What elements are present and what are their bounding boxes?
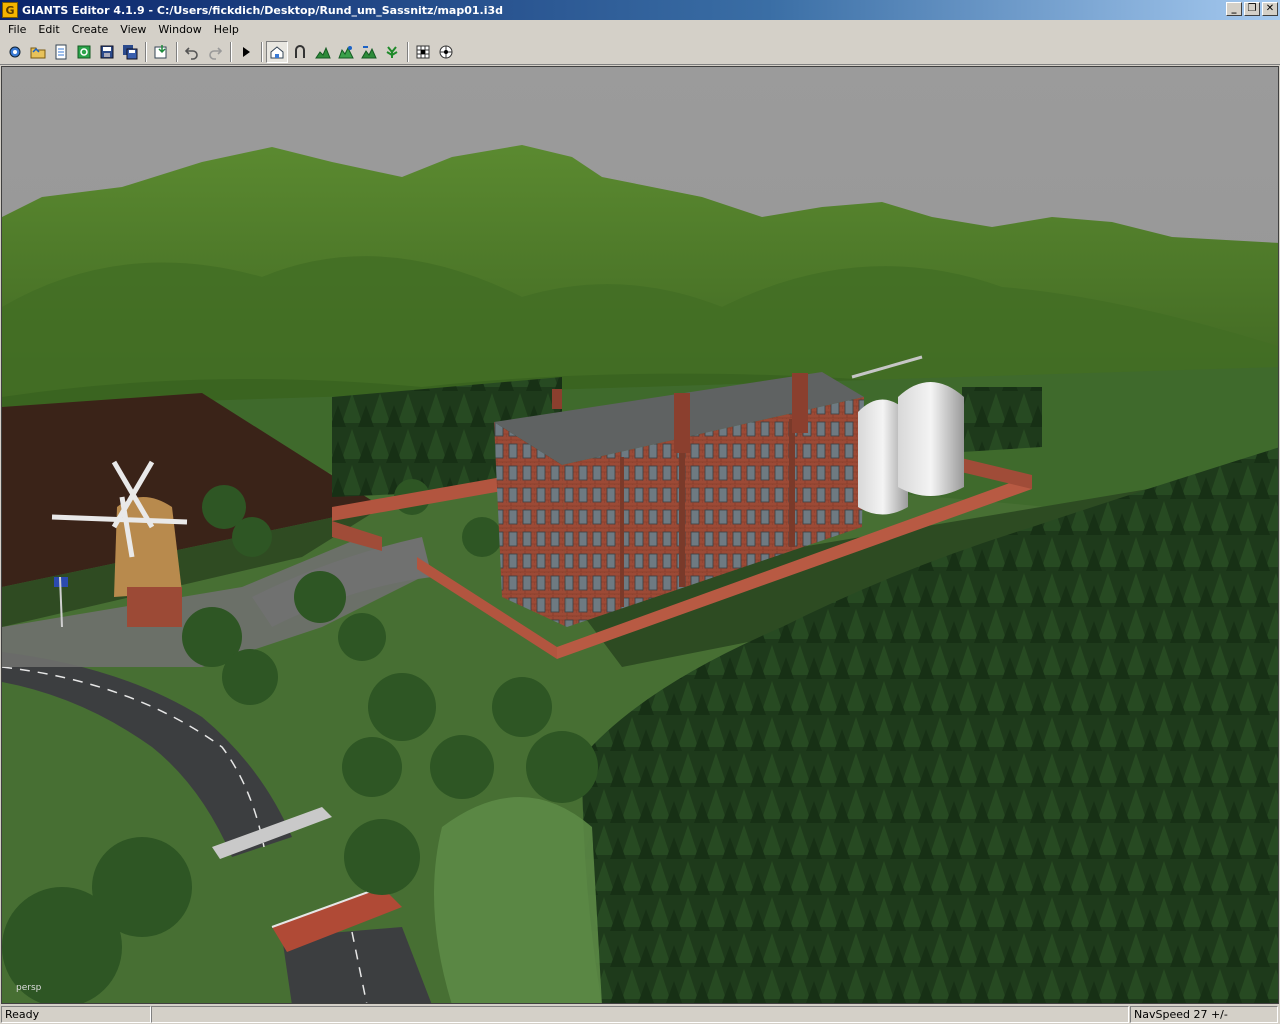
toolbar — [0, 39, 1280, 65]
document-icon — [55, 44, 67, 59]
redo-button[interactable] — [204, 41, 226, 63]
terrain-paint-button[interactable] — [335, 41, 357, 63]
menu-edit[interactable]: Edit — [32, 21, 65, 38]
giants-logo-icon: G — [2, 2, 18, 18]
toolbar-separator — [407, 41, 409, 62]
close-button[interactable]: ✕ — [1262, 2, 1278, 16]
terrain-paint-icon — [338, 45, 354, 58]
toolbar-separator — [145, 41, 147, 62]
scene-render — [2, 67, 1278, 1003]
menu-help[interactable]: Help — [208, 21, 245, 38]
new-scene-button[interactable] — [4, 41, 26, 63]
open-icon — [30, 47, 46, 58]
refresh-button[interactable] — [73, 41, 95, 63]
menu-window[interactable]: Window — [152, 21, 207, 38]
menu-create[interactable]: Create — [66, 21, 115, 38]
terrain-sculpt-button[interactable] — [312, 41, 334, 63]
foliage-paint-button[interactable] — [381, 41, 403, 63]
menu-file[interactable]: File — [2, 21, 32, 38]
new-scene-icon — [9, 46, 21, 57]
menu-view[interactable]: View — [114, 21, 152, 38]
camera-label: persp — [16, 983, 42, 993]
undo-icon — [184, 46, 198, 60]
redo-icon — [209, 46, 223, 60]
move-mode-icon — [295, 44, 305, 58]
status-spacer — [151, 1006, 1129, 1023]
minimize-button[interactable]: _ — [1226, 2, 1242, 16]
undo-button[interactable] — [181, 41, 203, 63]
save-all-icon — [123, 44, 138, 59]
status-bar: Ready NavSpeed 27 +/- — [0, 1005, 1280, 1024]
play-icon — [243, 46, 250, 57]
toolbar-separator — [230, 41, 232, 62]
save-icon — [100, 45, 114, 58]
title-bar: G GIANTS Editor 4.1.9 - C:/Users/fickdic… — [0, 0, 1280, 20]
window-controls: _ ❐ ✕ — [1226, 2, 1278, 16]
document-button[interactable] — [50, 41, 72, 63]
import-button[interactable] — [150, 41, 172, 63]
import-icon — [154, 44, 167, 58]
snap-icon — [416, 45, 430, 58]
play-button[interactable] — [235, 41, 257, 63]
save-button[interactable] — [96, 41, 118, 63]
restore-button[interactable]: ❐ — [1244, 2, 1260, 16]
toolbar-separator — [261, 41, 263, 62]
status-message: Ready — [1, 1006, 151, 1023]
3d-viewport[interactable]: persp — [1, 66, 1279, 1004]
window-title: GIANTS Editor 4.1.9 - C:/Users/fickdich/… — [22, 3, 504, 17]
grid-button[interactable] — [435, 41, 457, 63]
select-mode-button[interactable] — [266, 40, 288, 63]
save-all-button[interactable] — [119, 41, 141, 63]
toolbar-separator — [176, 41, 178, 62]
terrain-smooth-icon — [361, 45, 377, 58]
open-button[interactable] — [27, 41, 49, 63]
refresh-icon — [77, 45, 91, 58]
menu-bar: File Edit Create View Window Help — [0, 20, 1280, 39]
move-mode-button[interactable] — [289, 41, 311, 63]
terrain-sculpt-icon — [315, 46, 331, 58]
snap-button[interactable] — [412, 41, 434, 63]
select-mode-icon — [270, 45, 284, 58]
grid-icon — [439, 45, 453, 58]
foliage-paint-icon — [386, 45, 398, 58]
nav-speed-indicator: NavSpeed 27 +/- — [1130, 1006, 1278, 1023]
terrain-smooth-button[interactable] — [358, 41, 380, 63]
